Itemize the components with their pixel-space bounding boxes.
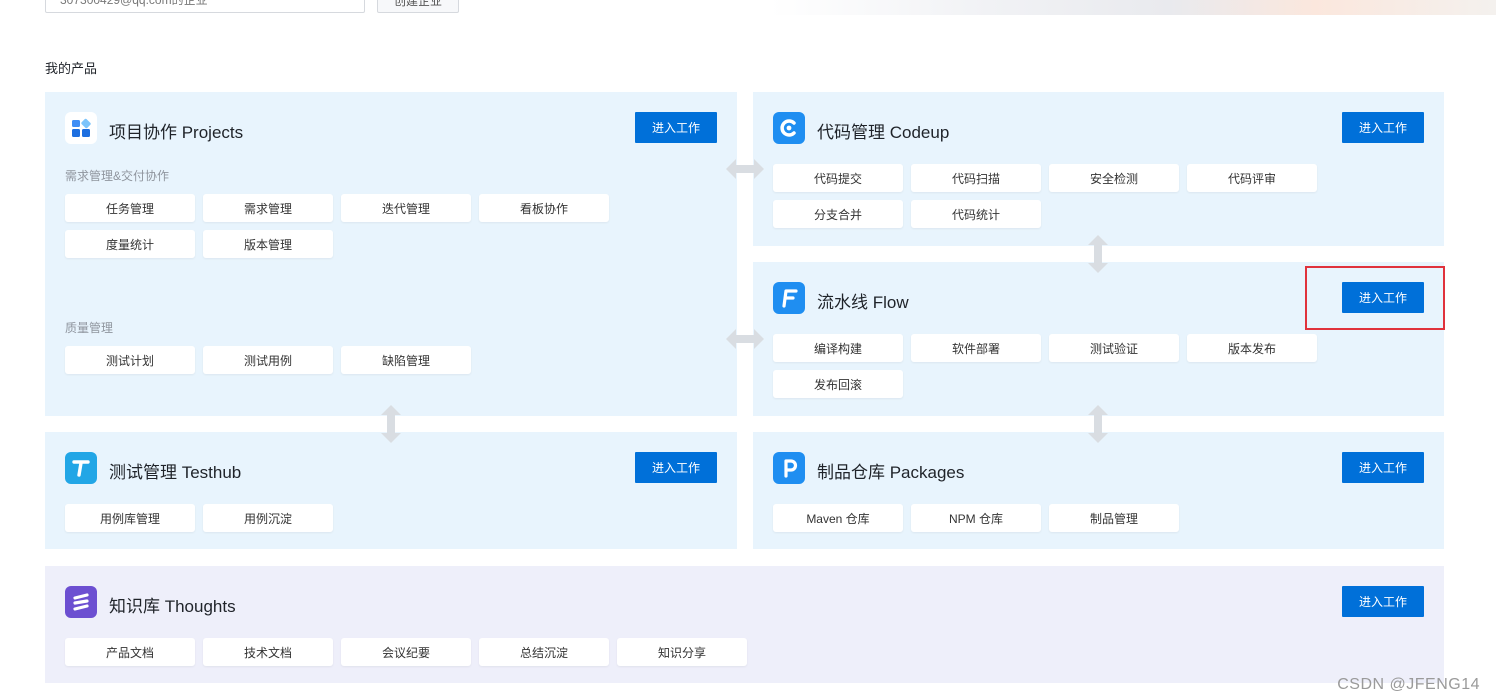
feature-chip[interactable]: 版本管理 bbox=[203, 230, 333, 258]
double-arrow-vertical-icon bbox=[381, 405, 401, 443]
double-arrow-vertical-icon bbox=[1088, 405, 1108, 443]
enter-work-button[interactable]: 进入工作 bbox=[1342, 586, 1424, 617]
feature-chip[interactable]: 度量统计 bbox=[65, 230, 195, 258]
feature-chip[interactable]: 分支合并 bbox=[773, 200, 903, 228]
double-arrow-horizontal-icon bbox=[726, 159, 764, 179]
feature-chip[interactable]: 需求管理 bbox=[203, 194, 333, 222]
card-title: 流水线 Flow bbox=[817, 293, 909, 312]
section-title: 我的产品 bbox=[45, 61, 98, 76]
feature-list: 测试计划 测试用例 缺陷管理 bbox=[65, 346, 625, 374]
enter-work-button[interactable]: 进入工作 bbox=[635, 452, 717, 483]
feature-list: Maven 仓库 NPM 仓库 制品管理 bbox=[773, 504, 1333, 532]
highlight-annotation bbox=[1305, 266, 1445, 330]
feature-chip[interactable]: 知识分享 bbox=[617, 638, 747, 666]
banner-image bbox=[770, 0, 1496, 15]
enter-work-button[interactable]: 进入工作 bbox=[1342, 452, 1424, 483]
enterprise-name-field[interactable]: 307300429@qq.com的企业 bbox=[45, 0, 365, 13]
double-arrow-vertical-icon bbox=[1088, 235, 1108, 273]
product-card-testhub: 测试管理 Testhub 进入工作 用例库管理 用例沉淀 bbox=[45, 432, 737, 549]
codeup-icon bbox=[773, 112, 805, 144]
feature-chip[interactable]: Maven 仓库 bbox=[773, 504, 903, 532]
feature-list: 产品文档 技术文档 会议纪要 总结沉淀 知识分享 bbox=[65, 638, 785, 666]
feature-chip[interactable]: 会议纪要 bbox=[341, 638, 471, 666]
testhub-icon bbox=[65, 452, 97, 484]
product-card-projects: 项目协作 Projects 进入工作 需求管理&交付协作 任务管理 需求管理 迭… bbox=[45, 92, 737, 416]
feature-chip[interactable]: 代码扫描 bbox=[911, 164, 1041, 192]
feature-chip[interactable]: 用例库管理 bbox=[65, 504, 195, 532]
watermark: CSDN @JFENG14 bbox=[1337, 676, 1480, 693]
feature-chip[interactable]: 安全检测 bbox=[1049, 164, 1179, 192]
card-title: 测试管理 Testhub bbox=[109, 463, 242, 482]
feature-chip[interactable]: 用例沉淀 bbox=[203, 504, 333, 532]
card-title: 制品仓库 Packages bbox=[817, 463, 965, 482]
thoughts-icon bbox=[65, 586, 97, 618]
feature-chip[interactable]: 编译构建 bbox=[773, 334, 903, 362]
product-card-packages: 制品仓库 Packages 进入工作 Maven 仓库 NPM 仓库 制品管理 bbox=[753, 432, 1444, 549]
card-title: 知识库 Thoughts bbox=[109, 597, 236, 616]
feature-chip[interactable]: 测试用例 bbox=[203, 346, 333, 374]
product-card-thoughts: 知识库 Thoughts 进入工作 产品文档 技术文档 会议纪要 总结沉淀 知识… bbox=[45, 566, 1444, 683]
group-label: 质量管理 bbox=[65, 321, 114, 335]
feature-chip[interactable]: 代码评审 bbox=[1187, 164, 1317, 192]
feature-chip[interactable]: 软件部署 bbox=[911, 334, 1041, 362]
feature-chip[interactable]: 技术文档 bbox=[203, 638, 333, 666]
flow-icon bbox=[773, 282, 805, 314]
feature-chip[interactable]: NPM 仓库 bbox=[911, 504, 1041, 532]
feature-chip[interactable]: 看板协作 bbox=[479, 194, 609, 222]
product-card-codeup: 代码管理 Codeup 进入工作 代码提交 代码扫描 安全检测 代码评审 分支合… bbox=[753, 92, 1444, 246]
packages-icon bbox=[773, 452, 805, 484]
card-title: 代码管理 Codeup bbox=[817, 123, 950, 142]
enter-work-button[interactable]: 进入工作 bbox=[635, 112, 717, 143]
group-label: 需求管理&交付协作 bbox=[65, 169, 170, 183]
feature-chip[interactable]: 总结沉淀 bbox=[479, 638, 609, 666]
feature-chip[interactable]: 代码提交 bbox=[773, 164, 903, 192]
feature-chip[interactable]: 制品管理 bbox=[1049, 504, 1179, 532]
feature-list: 代码提交 代码扫描 安全检测 代码评审 分支合并 代码统计 bbox=[773, 164, 1333, 228]
feature-chip[interactable]: 迭代管理 bbox=[341, 194, 471, 222]
enter-work-button[interactable]: 进入工作 bbox=[1342, 112, 1424, 143]
feature-list: 编译构建 软件部署 测试验证 版本发布 发布回滚 bbox=[773, 334, 1333, 398]
projects-icon bbox=[65, 112, 97, 144]
feature-chip[interactable]: 发布回滚 bbox=[773, 370, 903, 398]
double-arrow-horizontal-icon bbox=[726, 329, 764, 349]
create-enterprise-button[interactable]: 创建企业 bbox=[377, 0, 459, 13]
feature-chip[interactable]: 缺陷管理 bbox=[341, 346, 471, 374]
feature-chip[interactable]: 代码统计 bbox=[911, 200, 1041, 228]
feature-chip[interactable]: 任务管理 bbox=[65, 194, 195, 222]
feature-chip[interactable]: 测试验证 bbox=[1049, 334, 1179, 362]
feature-chip[interactable]: 版本发布 bbox=[1187, 334, 1317, 362]
card-title: 项目协作 Projects bbox=[109, 123, 244, 142]
feature-chip[interactable]: 产品文档 bbox=[65, 638, 195, 666]
feature-list: 用例库管理 用例沉淀 bbox=[65, 504, 625, 532]
feature-list: 任务管理 需求管理 迭代管理 看板协作 度量统计 版本管理 bbox=[65, 194, 625, 258]
feature-chip[interactable]: 测试计划 bbox=[65, 346, 195, 374]
